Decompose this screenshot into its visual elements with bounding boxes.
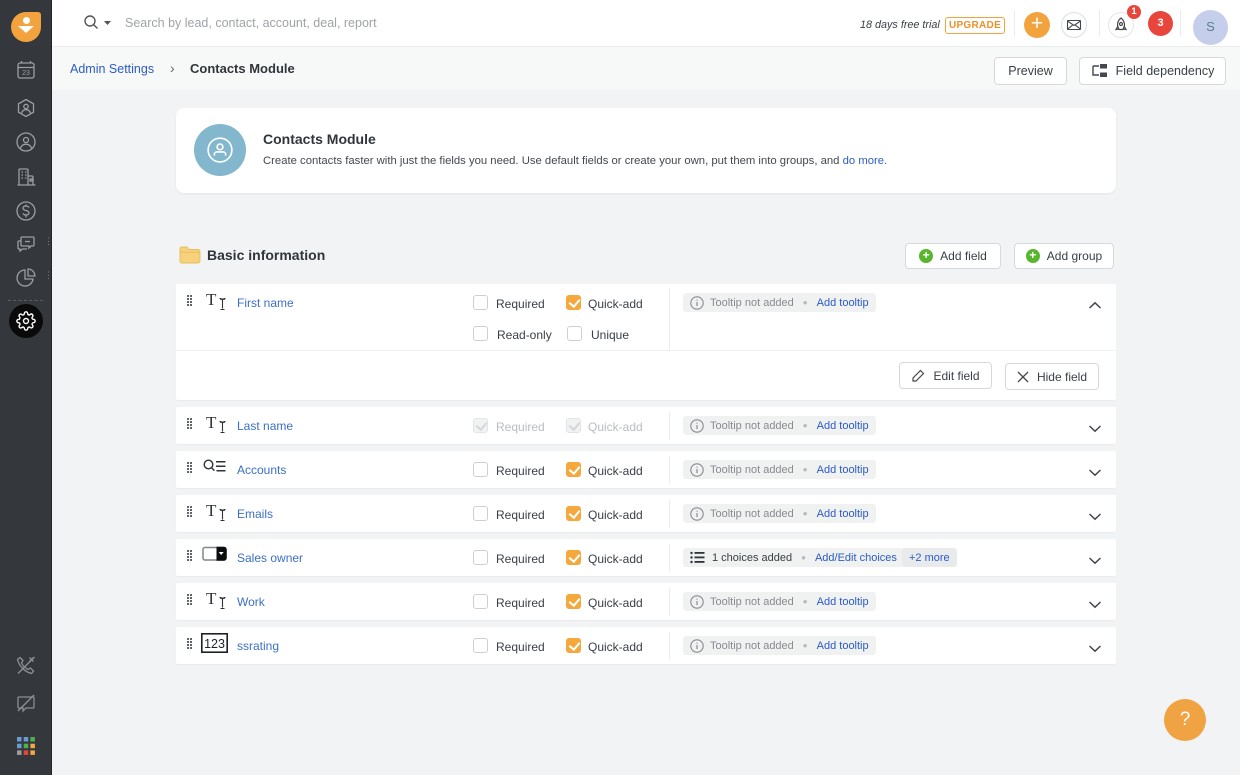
svg-text:T: T <box>206 501 217 520</box>
svg-text:T: T <box>206 413 217 432</box>
svg-text:123: 123 <box>204 637 225 651</box>
svg-text:T: T <box>206 290 217 309</box>
svg-text:23: 23 <box>22 70 30 77</box>
svg-text:T: T <box>206 589 217 608</box>
